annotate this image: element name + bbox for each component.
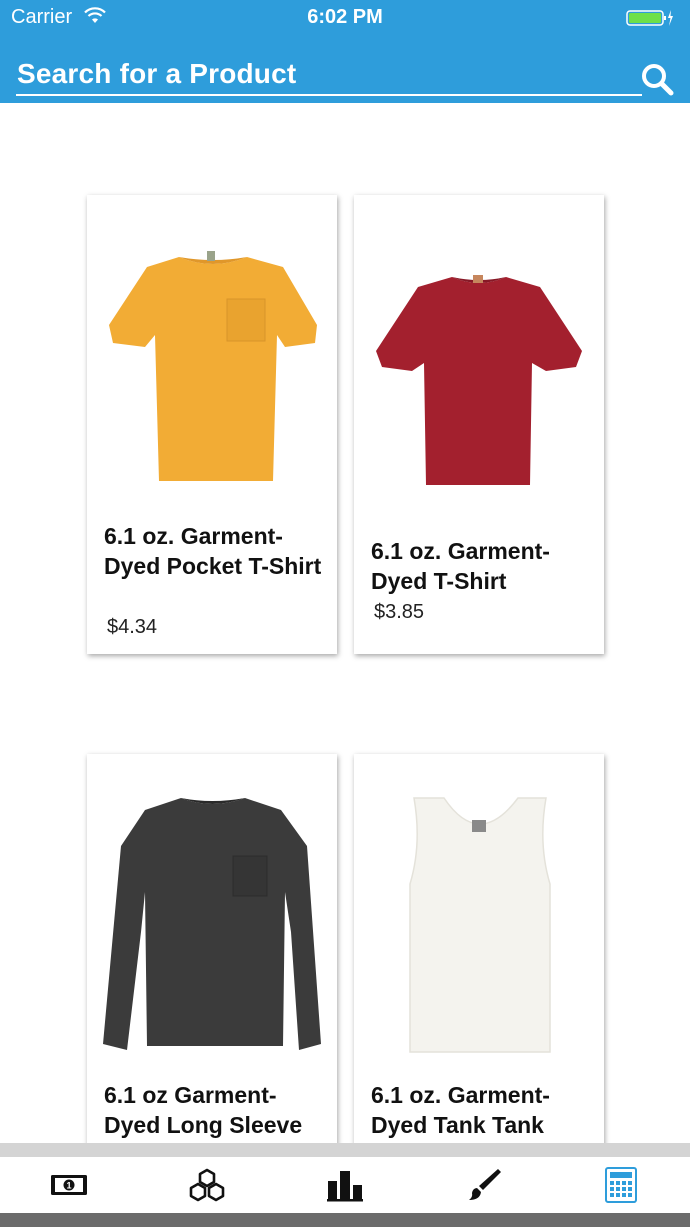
search-input[interactable]: Search for a Product <box>17 58 296 90</box>
tab-bar: 1 <box>0 1157 690 1213</box>
product-title: 6.1 oz. Garment-Dyed Tank Tank <box>371 1082 550 1138</box>
product-grid: 6.1 oz. Garment-Dyed Pocket T-Shirt $4.3… <box>0 103 690 1143</box>
tabbar-divider <box>0 1143 690 1157</box>
product-card[interactable]: 6.1 oz Garment-Dyed Long Sleeve <box>87 754 337 1143</box>
search-icon[interactable] <box>640 62 674 96</box>
bottom-bar <box>0 1213 690 1227</box>
search-underline <box>16 94 642 96</box>
tab-stats[interactable] <box>276 1157 414 1213</box>
app-header: Carrier 6:02 PM Search for a Product <box>0 0 690 103</box>
tab-products[interactable] <box>138 1157 276 1213</box>
bar-chart-icon <box>327 1171 363 1202</box>
product-image-long-sleeve <box>103 798 321 1050</box>
cubes-icon <box>189 1168 225 1202</box>
calculator-icon <box>605 1167 637 1203</box>
product-card[interactable]: 6.1 oz. Garment-Dyed T-Shirt $3.85 <box>354 195 604 654</box>
tab-pricing[interactable]: 1 <box>0 1157 138 1213</box>
product-image-tank <box>409 797 551 1053</box>
product-title: 6.1 oz. Garment-Dyed T-Shirt <box>371 538 550 594</box>
product-card[interactable]: 6.1 oz. Garment-Dyed Pocket T-Shirt $4.3… <box>87 195 337 654</box>
product-image-pocket-tshirt <box>109 251 317 481</box>
battery-icon <box>626 10 673 26</box>
money-icon: 1 <box>51 1175 87 1195</box>
product-card[interactable]: 6.1 oz. Garment-Dyed Tank Tank <box>354 754 604 1143</box>
product-price: $4.34 <box>107 616 158 638</box>
product-title: 6.1 oz Garment-Dyed Long Sleeve <box>104 1082 303 1138</box>
status-time: 6:02 PM <box>307 6 383 28</box>
product-price: $3.85 <box>374 601 425 623</box>
paintbrush-icon <box>469 1169 501 1200</box>
product-image-tshirt <box>376 275 582 485</box>
product-title: 6.1 oz. Garment-Dyed Pocket T-Shirt <box>104 523 322 579</box>
svg-text:1: 1 <box>66 1181 71 1191</box>
tab-calculator[interactable] <box>552 1157 690 1213</box>
status-bar: Carrier 6:02 PM <box>0 0 690 36</box>
tab-design[interactable] <box>414 1157 552 1213</box>
